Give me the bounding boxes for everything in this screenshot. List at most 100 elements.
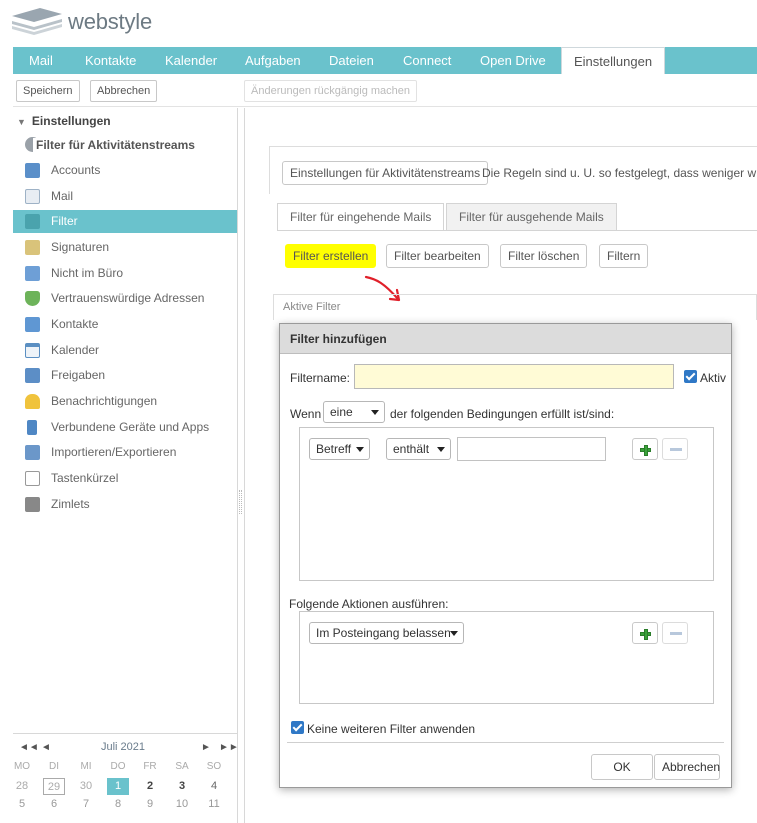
- tab-aufgaben[interactable]: Aufgaben: [233, 47, 313, 74]
- calendar-day[interactable]: 2: [139, 778, 161, 795]
- calendar-day[interactable]: 29: [43, 778, 65, 795]
- tree-header[interactable]: ▼ Einstellungen: [13, 111, 111, 131]
- dow-label: DI: [49, 761, 59, 772]
- dropdown-value: Betreff: [316, 442, 352, 456]
- sidebar-item-freigaben[interactable]: Freigaben: [13, 364, 237, 387]
- calendar-icon: [25, 343, 40, 358]
- sidebar-item-tastenkuerzel[interactable]: Tastenkürzel: [13, 467, 237, 490]
- calendar-day[interactable]: 30: [75, 778, 97, 795]
- tab-divider: [277, 230, 757, 231]
- shield-icon: [25, 291, 40, 306]
- sidebar-item-label: Verbundene Geräte und Apps: [51, 420, 210, 434]
- run-filter-button[interactable]: Filtern: [599, 244, 649, 268]
- dialog-divider: [287, 742, 724, 743]
- next-month-icon[interactable]: ►: [201, 742, 211, 753]
- stop-processing-label: Keine weiteren Filter anwenden: [307, 722, 476, 736]
- when-suffix-label: der folgenden Bedingungen erfüllt ist/si…: [390, 407, 615, 421]
- next-year-icon[interactable]: ►►: [219, 742, 239, 753]
- tab-kontakte[interactable]: Kontakte: [73, 47, 148, 74]
- save-button[interactable]: Speichern: [16, 80, 80, 102]
- calendar-day[interactable]: 5: [11, 796, 33, 813]
- sidebar-item-verbundene-geraete[interactable]: Verbundene Geräte und Apps: [13, 416, 237, 439]
- sidebar-item-label: Benachrichtigungen: [51, 394, 158, 408]
- chevron-down-icon: [356, 447, 364, 452]
- sidebar-item-label: Vertrauenswürdige Adressen: [51, 291, 205, 305]
- edit-filter-button[interactable]: Filter bearbeiten: [386, 244, 489, 268]
- remove-condition-button[interactable]: [662, 438, 688, 460]
- calendar-day[interactable]: 3: [171, 778, 193, 795]
- prev-year-icon[interactable]: ◄◄: [19, 742, 39, 753]
- tab-einstellungen[interactable]: Einstellungen: [561, 47, 666, 74]
- filter-name-input[interactable]: [354, 364, 674, 389]
- sidebar-item-label: Nicht im Büro: [51, 266, 124, 280]
- calendar-day[interactable]: 7: [75, 796, 97, 813]
- calendar-day[interactable]: 28: [11, 778, 33, 795]
- tab-kalender[interactable]: Kalender: [153, 47, 229, 74]
- tree-header-label: Einstellungen: [31, 114, 111, 128]
- dow-label: MI: [80, 761, 92, 772]
- filter-icon: [25, 214, 40, 229]
- sidebar-item-label: Filter: [51, 214, 78, 228]
- condition-value-input[interactable]: [457, 437, 606, 461]
- tab-connect[interactable]: Connect: [391, 47, 463, 74]
- sidebar-item-benachrichtigungen[interactable]: Benachrichtigungen: [13, 390, 237, 413]
- dow-label: SA: [175, 761, 189, 772]
- accounts-icon: [25, 163, 40, 178]
- dropdown-value: enthält: [393, 442, 430, 456]
- undo-changes-button[interactable]: Änderungen rückgängig machen: [244, 80, 418, 102]
- sidebar-item-zimlets[interactable]: Zimlets: [13, 493, 237, 516]
- sidebar-item-vertrauenswuerdige-adressen[interactable]: Vertrauenswürdige Adressen: [13, 287, 237, 310]
- calendar-month-label[interactable]: Juli 2021: [101, 741, 145, 753]
- calendar-day[interactable]: 10: [171, 796, 193, 813]
- activity-stream-settings-button[interactable]: Einstellungen für Aktivitätenstreams: [282, 161, 489, 185]
- sidebar-item-mail[interactable]: Mail: [13, 185, 237, 208]
- tab-open-drive[interactable]: Open Drive: [468, 47, 558, 74]
- sidebar-item-nicht-im-buero[interactable]: Nicht im Büro: [13, 262, 237, 285]
- calendar-day[interactable]: 11: [203, 796, 225, 813]
- prev-month-icon[interactable]: ◄: [41, 742, 51, 753]
- sidebar-item-importieren-exportieren[interactable]: Importieren/Exportieren: [13, 441, 237, 464]
- splitter-handle[interactable]: [239, 490, 242, 514]
- import-export-icon: [25, 445, 40, 460]
- calendar-day[interactable]: 4: [203, 778, 225, 795]
- tab-dateien[interactable]: Dateien: [317, 47, 386, 74]
- sidebar-item-filter[interactable]: Filter: [13, 210, 237, 233]
- active-filters-label: Aktive Filter: [283, 301, 341, 313]
- tab-incoming-filters[interactable]: Filter für eingehende Mails: [277, 203, 445, 231]
- stop-processing-checkbox[interactable]: [291, 721, 304, 734]
- action-dropdown[interactable]: Im Posteingang belassen: [309, 622, 464, 644]
- sidebar-item-accounts[interactable]: Accounts: [13, 159, 237, 182]
- cancel-button[interactable]: Abbrechen: [90, 80, 158, 102]
- cancel-dialog-button[interactable]: Abbrechen: [654, 754, 720, 780]
- add-action-button[interactable]: [632, 622, 658, 644]
- add-condition-button[interactable]: [632, 438, 658, 460]
- calendar-day-today[interactable]: 1: [107, 778, 129, 795]
- settings-sidebar: ▼Einstellungen Allgemein Accounts Mail F…: [13, 108, 238, 823]
- delete-filter-button[interactable]: Filter löschen: [500, 244, 588, 268]
- condition-match-dropdown[interactable]: eine: [323, 401, 385, 423]
- condition-field-dropdown[interactable]: Betreff: [309, 438, 370, 460]
- sidebar-item-label: Importieren/Exportieren: [51, 445, 177, 459]
- dow-label: DO: [110, 761, 126, 772]
- actions-label: Folgende Aktionen ausführen:: [289, 597, 449, 611]
- collapse-arrow-icon[interactable]: ▼: [17, 117, 26, 127]
- calendar-day[interactable]: 8: [107, 796, 129, 813]
- remove-action-button[interactable]: [662, 622, 688, 644]
- tab-mail[interactable]: Mail: [17, 47, 65, 74]
- chevron-down-icon: [371, 410, 379, 415]
- dow-label: SO: [206, 761, 222, 772]
- condition-operator-dropdown[interactable]: enthält: [386, 438, 451, 460]
- sidebar-item-signaturen[interactable]: Signaturen: [13, 236, 237, 259]
- ok-button[interactable]: OK: [591, 754, 653, 780]
- active-checkbox[interactable]: [684, 370, 697, 383]
- sidebar-item-kontakte[interactable]: Kontakte: [13, 313, 237, 336]
- filter-name-label: Filtername:: [290, 371, 351, 385]
- calendar-day[interactable]: 6: [43, 796, 65, 813]
- when-label: Wenn: [290, 407, 322, 421]
- sidebar-item-kalender[interactable]: Kalender: [13, 339, 237, 362]
- tab-outgoing-filters[interactable]: Filter für ausgehende Mails: [446, 203, 617, 231]
- dow-label: FR: [143, 761, 157, 772]
- dialog-title[interactable]: Filter hinzufügen: [280, 324, 731, 354]
- calendar-day[interactable]: 9: [139, 796, 161, 813]
- create-filter-button[interactable]: Filter erstellen: [285, 244, 377, 268]
